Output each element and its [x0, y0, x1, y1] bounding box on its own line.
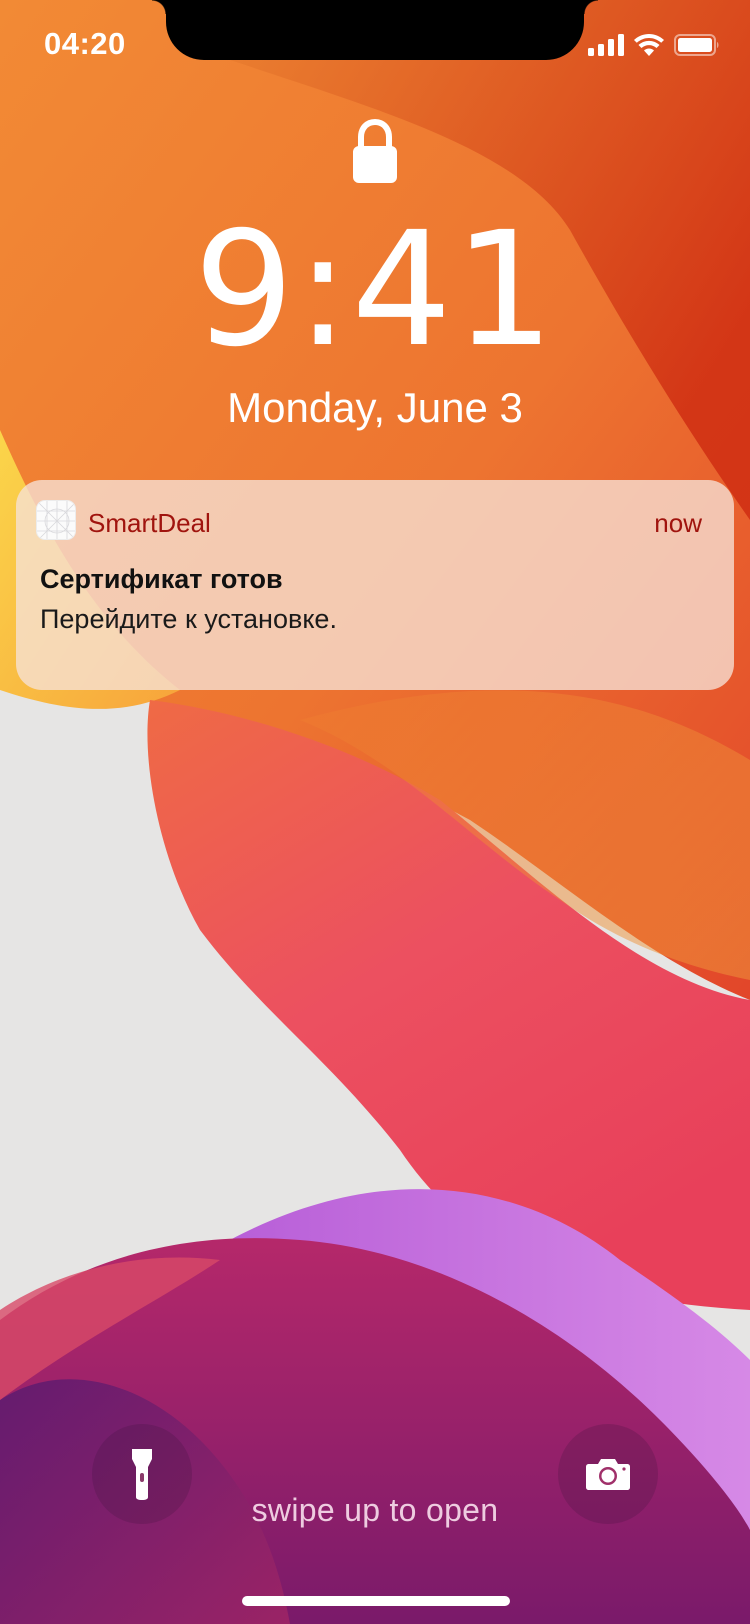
lock-screen-time: 9:41	[193, 198, 557, 382]
notification-title: Сертификат готов	[40, 564, 283, 594]
lock-icon	[353, 118, 397, 183]
status-indicators	[588, 33, 720, 57]
notch	[152, 0, 598, 60]
notification-card[interactable]: SmartDeal now Сертификат готов Перейдите…	[16, 480, 734, 690]
battery-icon	[674, 34, 719, 56]
notification-time: now	[654, 508, 702, 538]
notification-app-name: SmartDeal	[88, 508, 211, 538]
wifi-icon	[634, 34, 664, 56]
home-indicator[interactable]	[242, 1596, 510, 1606]
camera-icon	[586, 1459, 630, 1490]
status-time: 04:20	[44, 26, 126, 61]
cellular-signal-icon	[588, 34, 624, 56]
lock-screen: 04:20 9:41 Monday, June 3 SmartDeal now …	[0, 0, 750, 1624]
lock-screen-date: Monday, June 3	[227, 384, 523, 431]
swipe-up-hint: swipe up to open	[251, 1492, 499, 1528]
smartdeal-app-icon	[36, 500, 76, 540]
notification-body: Перейдите к установке.	[40, 604, 337, 634]
